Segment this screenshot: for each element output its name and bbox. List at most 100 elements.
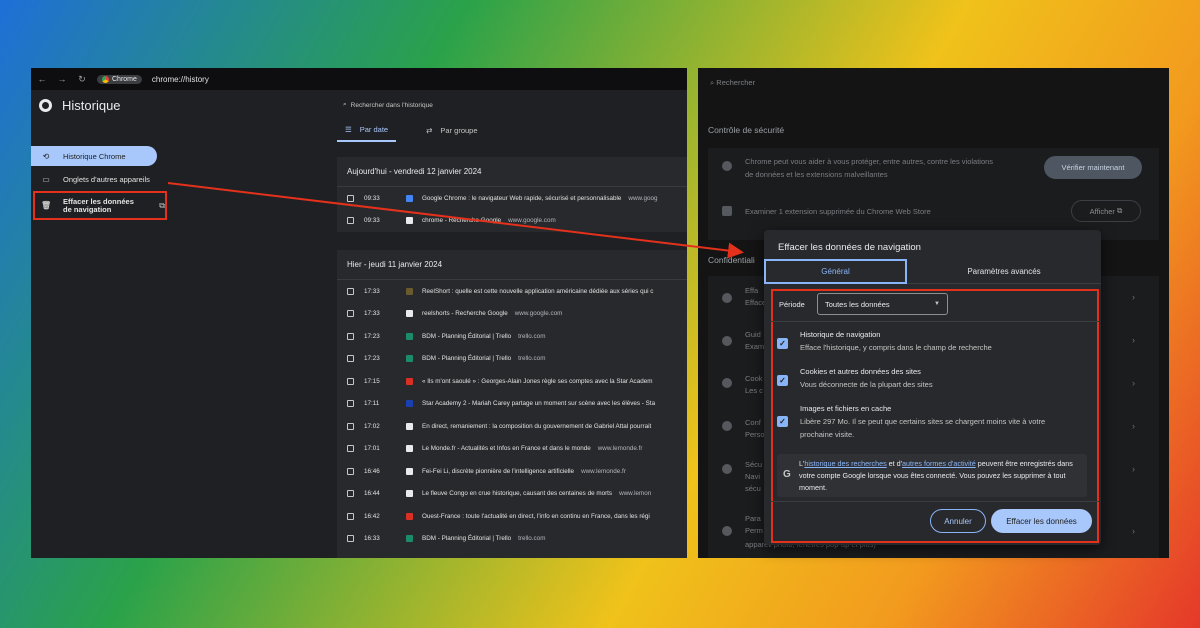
row-checkbox[interactable] — [347, 217, 354, 225]
page-title-link[interactable]: BDM - Planning Éditorial | Trello — [422, 333, 511, 340]
history-row[interactable]: 17:33 reelshorts - Recherche Google www.go… — [337, 303, 687, 326]
page-title-link[interactable]: BDM - Planning Éditorial | Trello — [422, 535, 511, 542]
tab-advanced[interactable]: Paramètres avancés — [907, 259, 1101, 284]
row-checkbox[interactable] — [347, 287, 354, 295]
page-title-link[interactable]: Fei-Fei Li, discrète pionnière de l'inte… — [422, 468, 574, 475]
privacy-row-fragment: Perm — [745, 526, 763, 535]
favicon-icon — [406, 310, 413, 318]
page-domain: www.lemon — [619, 490, 652, 498]
row-checkbox[interactable] — [347, 535, 354, 543]
history-row[interactable]: 16:46 Fei-Fei Li, discrète pionnière de l… — [337, 460, 687, 483]
favicon-icon — [406, 332, 413, 340]
privacy-sandbox-icon — [722, 421, 732, 431]
page-title-link[interactable]: Google Chrome : le navigateur Web rapide… — [422, 195, 621, 202]
clear-data-button[interactable]: Effacer les données — [991, 509, 1092, 533]
tab-by-date[interactable]: ☰ Par date — [337, 125, 397, 142]
address-bar[interactable]: chrome://history — [152, 75, 209, 84]
search-icon: ⌕ — [343, 101, 347, 108]
back-icon[interactable]: ← — [37, 74, 47, 84]
page-title-link[interactable]: En direct, remaniement : la composition … — [422, 423, 651, 430]
page-title-link[interactable]: Star Academy 2 - Mariah Carey partage un… — [422, 400, 655, 407]
row-checkbox[interactable] — [347, 377, 354, 385]
row-checkbox[interactable] — [347, 332, 354, 340]
verify-now-button[interactable]: Vérifier maintenant — [1044, 156, 1142, 179]
tab-general[interactable]: Général — [764, 259, 907, 284]
option-desc: Efface l'historique, y compris dans le c… — [800, 343, 992, 352]
period-select[interactable]: Toutes les données ▼ — [817, 293, 948, 315]
google-account-info: G L'historique des recherches et d'autre… — [777, 454, 1087, 497]
page-title-link[interactable]: BDM - Planning Éditorial | Trello — [422, 355, 511, 362]
sidebar-item-clear-data[interactable]: 🗑 Effacer les données de navigation ⧉ — [33, 191, 167, 220]
history-row[interactable]: 17:23 BDM - Planning Éditorial | Trello tr… — [337, 348, 687, 371]
chrome-logo-icon — [39, 99, 52, 112]
history-row[interactable]: 17:01 Le Monde.fr - Actualités et Infos e… — [337, 438, 687, 461]
search-history-link[interactable]: historique des recherches — [804, 459, 886, 468]
history-row[interactable]: 17:02 En direct, remaniement : la composi… — [337, 415, 687, 438]
sidebar-item-other-devices[interactable]: ▭ Onglets d'autres appareils — [31, 172, 150, 186]
checkbox-cache[interactable]: ✓ — [777, 416, 788, 427]
row-checkbox[interactable] — [347, 512, 354, 520]
page-title-link[interactable]: Le fleuve Congo en crue historique, caus… — [422, 490, 612, 497]
settings-search[interactable]: ⌕ Rechercher — [710, 78, 755, 88]
checkbox-history[interactable]: ✓ — [777, 338, 788, 349]
visit-time: 17:23 — [364, 332, 380, 340]
history-row[interactable]: 17:23 BDM - Planning Éditorial | Trello tr… — [337, 325, 687, 348]
tab-by-group[interactable]: ⇄ Par groupe — [418, 125, 485, 142]
row-checkbox[interactable] — [347, 490, 354, 498]
dialog-content-highlight: Période Toutes les données ▼ ✓ Historiqu… — [771, 289, 1099, 543]
history-row[interactable]: 09:33 chrome - Recherche Google www.google… — [337, 210, 687, 233]
history-row[interactable]: 17:33 ReelShort : quelle est cette nouvel… — [337, 280, 687, 303]
row-checkbox[interactable] — [347, 355, 354, 363]
row-checkbox[interactable] — [347, 400, 354, 408]
history-search[interactable]: ⌕ Rechercher dans l'historique — [337, 96, 687, 114]
row-checkbox[interactable] — [347, 445, 354, 453]
settings-search-input[interactable]: Rechercher — [716, 78, 755, 87]
chrome-chip[interactable]: Chrome — [97, 74, 142, 84]
sidebar-item-label: Historique Chrome — [63, 151, 126, 161]
history-group-yesterday: Hier - jeudi 11 janvier 2024 17:33 ReelSh… — [337, 250, 687, 558]
reload-icon[interactable]: ↻ — [77, 74, 87, 85]
visit-time: 16:44 — [364, 490, 380, 498]
history-main: ⌕ Rechercher dans l'historique ☰ Par dat… — [337, 90, 687, 558]
visit-time: 17:01 — [364, 445, 380, 453]
group-heading: Hier - jeudi 11 janvier 2024 — [337, 250, 687, 280]
sidebar-item-chrome-history[interactable]: ⟲ Historique Chrome — [31, 146, 157, 166]
shield-icon — [722, 161, 732, 171]
row-checkbox[interactable] — [347, 422, 354, 430]
history-icon: ⟲ — [42, 151, 50, 161]
page-title-link[interactable]: Le Monde.fr - Actualités et Infos en Fra… — [422, 445, 591, 452]
option-title: Historique de navigation — [800, 330, 881, 339]
row-checkbox[interactable] — [347, 467, 354, 475]
visit-time: 09:33 — [364, 194, 380, 202]
history-row[interactable]: 17:15 « Ils m'ont saoulé » : Georges-Alai… — [337, 370, 687, 393]
forward-icon[interactable]: → — [57, 74, 67, 84]
other-activity-link[interactable]: autres formes d'activité — [902, 459, 976, 468]
option-title: Images et fichiers en cache — [800, 404, 892, 413]
row-checkbox[interactable] — [347, 310, 354, 318]
privacy-row-fragment: Perso — [745, 430, 765, 439]
checkbox-cookies[interactable]: ✓ — [777, 375, 788, 386]
divider — [771, 501, 1099, 502]
page-title-link[interactable]: reelshorts - Recherche Google — [422, 310, 508, 317]
search-input[interactable]: Rechercher dans l'historique — [351, 102, 433, 109]
page-title-link[interactable]: chrome - Recherche Google — [422, 217, 501, 224]
page-title-link[interactable]: « Ils m'ont saoulé » : Georges-Alain Jon… — [422, 378, 652, 385]
cancel-button[interactable]: Annuler — [930, 509, 986, 533]
period-value: Toutes les données — [825, 299, 890, 309]
favicon-icon — [406, 377, 413, 385]
row-checkbox[interactable] — [347, 194, 354, 202]
puzzle-icon — [722, 206, 732, 216]
visit-time: 17:33 — [364, 287, 380, 295]
show-button[interactable]: Afficher ⧉ — [1071, 200, 1141, 222]
history-row[interactable]: 17:11 Star Academy 2 - Mariah Carey parta… — [337, 393, 687, 416]
page-title-link[interactable]: ReelShort : quelle est cette nouvelle ap… — [422, 288, 653, 295]
tab-label: Par groupe — [440, 126, 478, 135]
compass-icon — [722, 336, 732, 346]
history-row[interactable]: 16:33 BDM - Planning Éditorial | Trello tr… — [337, 528, 687, 551]
page-title: Historique — [62, 98, 121, 113]
page-title-link[interactable]: Ouest-France : toute l'actualité en dire… — [422, 513, 650, 520]
history-row[interactable]: 16:42 Ouest-France : toute l'actualité en… — [337, 505, 687, 528]
history-row[interactable]: 16:44 Le fleuve Congo en crue historique,… — [337, 483, 687, 506]
trash-icon — [722, 293, 732, 303]
history-row[interactable]: 09:33 Google Chrome : le navigateur Web r… — [337, 187, 687, 210]
